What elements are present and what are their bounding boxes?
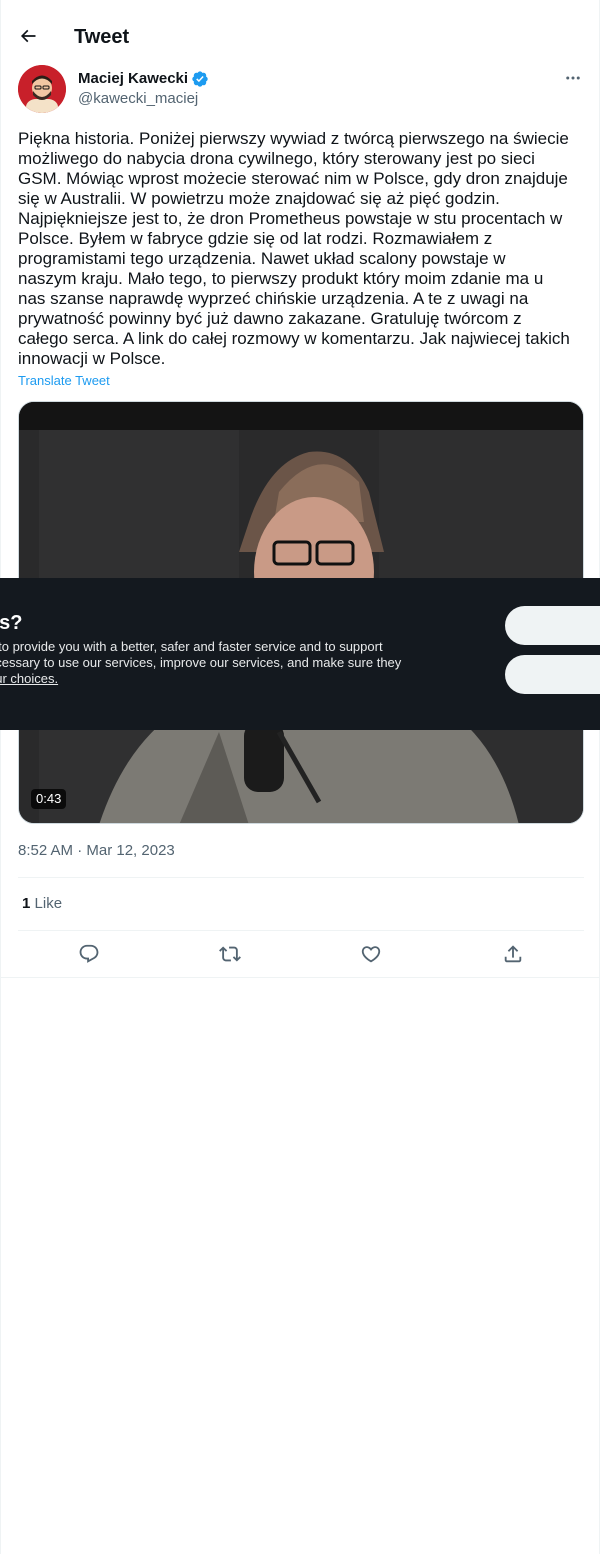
divider [18, 877, 584, 878]
retweet-button[interactable] [217, 941, 243, 967]
verified-badge-icon [192, 71, 208, 87]
tweet-page: Tweet Maciej Kawecki @kawecki_maciej Pię… [0, 0, 600, 1554]
translate-tweet-link[interactable]: Translate Tweet [18, 373, 110, 389]
page-title: Tweet [74, 26, 130, 48]
avatar[interactable] [18, 65, 66, 113]
top-bar: Tweet [1, 0, 600, 74]
cookie-text-line1: s to provide you with a better, safer an… [0, 639, 383, 654]
likes-count[interactable]: 1 Like [22, 894, 62, 914]
cookie-accept-button[interactable] [505, 606, 600, 645]
tweet-actions [18, 931, 584, 977]
video-duration: 0:43 [31, 789, 67, 809]
like-button[interactable] [358, 941, 384, 967]
back-button[interactable] [11, 19, 45, 53]
cookie-banner: es? s to provide you with a better, safe… [0, 578, 600, 730]
like-count-value: 1 [22, 895, 31, 912]
cookie-text-line2: ecessary to use our services, improve ou… [0, 655, 402, 670]
back-arrow-icon [20, 29, 36, 43]
tweet-text: Piękna historia. Poniżej pierwszy wywiad… [18, 129, 570, 368]
retweet-icon [219, 946, 241, 962]
tweet-timestamp[interactable]: 8:52 AM · Mar 12, 2023 [18, 841, 175, 861]
like-icon [361, 946, 381, 963]
more-button[interactable] [562, 67, 584, 89]
cookie-refuse-button[interactable] [505, 655, 600, 694]
like-count-label: Like [34, 895, 63, 912]
cookie-banner-title: es? [0, 612, 23, 634]
share-icon [504, 945, 522, 963]
divider [1, 977, 600, 978]
tweet-author: Maciej Kawecki @kawecki_maciej [18, 65, 584, 113]
cookie-banner-text: s to provide you with a better, safer an… [0, 639, 401, 687]
reply-button[interactable] [76, 941, 102, 967]
cookie-choices-link[interactable]: our choices. [0, 671, 58, 686]
reply-icon [79, 944, 99, 963]
author-name[interactable]: Maciej Kawecki [78, 69, 188, 89]
more-icon [566, 76, 580, 80]
author-handle[interactable]: @kawecki_maciej [78, 89, 198, 109]
share-button[interactable] [500, 941, 526, 967]
